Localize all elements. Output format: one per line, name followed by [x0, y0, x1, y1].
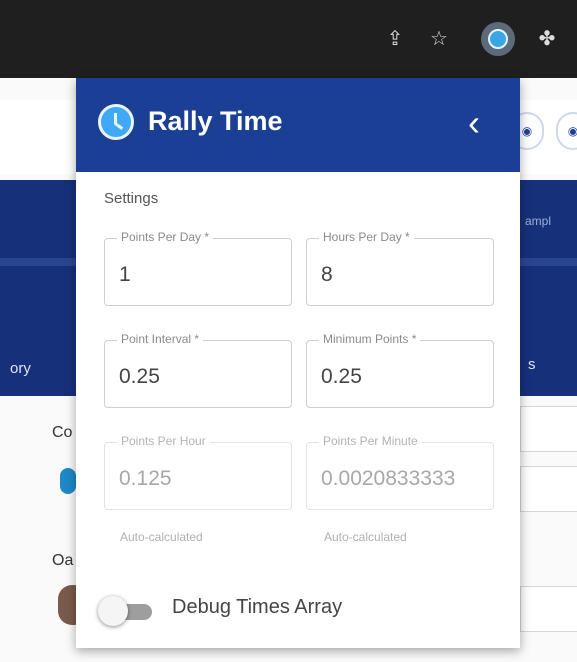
field-label: Points Per Hour [117, 434, 210, 448]
hours-per-day-field[interactable]: Hours Per Day * 8 [306, 230, 494, 306]
points-per-day-field[interactable]: Points Per Day * 1 [104, 230, 292, 306]
star-icon[interactable]: ☆ [424, 24, 454, 54]
field-label: Hours Per Day * [319, 230, 414, 244]
background-field-label: Co [52, 424, 73, 441]
puzzle-icon[interactable]: ✤ [532, 24, 562, 54]
background-field-label: Oa [52, 552, 74, 569]
points-per-hour-field: Points Per Hour 0.125 [104, 434, 292, 510]
field-value[interactable]: 0.25 [321, 365, 489, 389]
field-value: 0.125 [119, 467, 172, 490]
field-value[interactable]: 0.25 [119, 365, 287, 389]
field-value: 0.0020833333 [321, 467, 456, 490]
points-per-minute-field: Points Per Minute 0.0020833333 [306, 434, 494, 510]
background-input[interactable] [520, 406, 577, 452]
settings-section-title: Settings [104, 190, 159, 207]
popup-header: Rally Time ‹ [76, 78, 520, 172]
field-label: Point Interval * [117, 332, 204, 346]
field-value[interactable]: 1 [119, 263, 287, 287]
field-label: Points Per Day * [117, 230, 214, 244]
extension-active-icon[interactable] [481, 22, 515, 56]
field-value[interactable]: 8 [321, 263, 489, 287]
app-title: Rally Time [148, 106, 283, 136]
helper-text: Auto-calculated [324, 530, 407, 544]
browser-toolbar: ⇪ ☆ ✤ [0, 0, 577, 78]
background-chip [60, 468, 76, 494]
debug-toggle-switch[interactable] [98, 596, 128, 626]
background-tab-label[interactable]: ory [10, 360, 31, 377]
background-input[interactable] [520, 466, 577, 512]
debug-toggle-label: Debug Times Array [172, 596, 343, 618]
field-label: Minimum Points * [319, 332, 421, 346]
share-icon[interactable]: ⇪ [380, 24, 410, 54]
background-tab-label[interactable]: s [528, 356, 536, 373]
minimum-points-field[interactable]: Minimum Points * 0.25 [306, 332, 494, 408]
helper-text: Auto-calculated [120, 530, 203, 544]
extension-popup: Rally Time ‹ Settings Points Per Day * 1… [76, 78, 520, 648]
background-input[interactable] [520, 586, 577, 632]
point-interval-field[interactable]: Point Interval * 0.25 [104, 332, 292, 408]
back-button[interactable]: ‹ [454, 100, 494, 146]
field-label: Points Per Minute [319, 434, 422, 448]
clock-logo-icon [98, 104, 134, 140]
background-link-text[interactable]: ampl [525, 214, 551, 228]
